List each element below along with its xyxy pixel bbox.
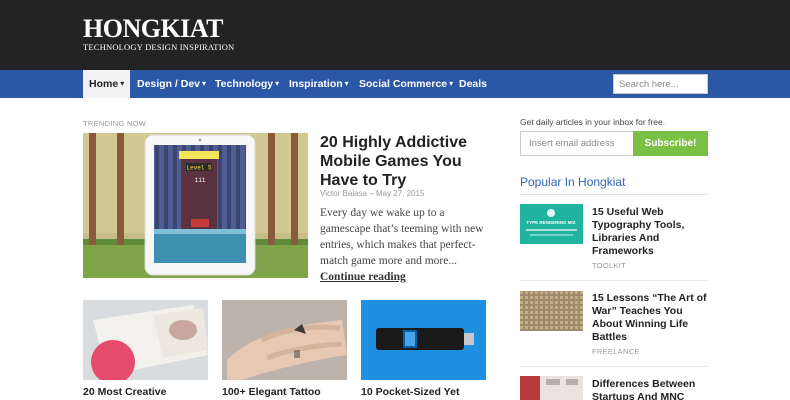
popular-category[interactable]: TOOLKIT — [592, 261, 626, 270]
popular-thumbnail[interactable] — [520, 376, 583, 400]
continue-reading-link[interactable]: Continue reading — [320, 271, 406, 283]
divider — [520, 194, 708, 195]
card-image[interactable] — [83, 300, 208, 380]
thumb-illustration-typography: TYPE RENDERING MIX — [520, 204, 583, 244]
nav-item-social-commerce[interactable]: Social Commerce ▾ — [353, 70, 459, 98]
site-logo[interactable]: HONGKIAT TECHNOLOGY DESIGN INSPIRATION — [83, 14, 235, 53]
email-field[interactable] — [520, 131, 634, 156]
nav-item-label: Design / Dev — [137, 78, 201, 90]
card-title[interactable]: 100+ Elegant Tattoo — [222, 386, 321, 398]
game-score-text: 111 — [195, 177, 206, 184]
nav-item-label: Social Commerce — [359, 78, 448, 90]
card-illustration-tattoo — [222, 300, 347, 380]
featured-image[interactable]: Level 5 111 — [83, 133, 308, 278]
logo-tagline: TECHNOLOGY DESIGN INSPIRATION — [83, 42, 235, 52]
popular-thumbnail[interactable] — [520, 291, 583, 331]
featured-meta: Victor Balasa – May 27, 2015 — [320, 189, 424, 198]
trending-label: TRENDING NOW — [83, 119, 147, 128]
excerpt-text: Every day we wake up to a gamescape that… — [320, 207, 484, 267]
subscribe-button[interactable]: Subscribe! — [633, 131, 708, 156]
newsletter-label: Get daily articles in your inbox for fre… — [520, 117, 666, 127]
chevron-down-icon: ▾ — [275, 79, 280, 88]
popular-title[interactable]: Differences Between Startups And MNC — [592, 378, 707, 400]
nav-item-label: Technology — [215, 78, 274, 90]
card-illustration-stick — [361, 300, 486, 380]
chevron-down-icon: ▾ — [344, 79, 349, 88]
featured-illustration: Level 5 111 — [83, 133, 308, 278]
popular-thumbnail[interactable]: TYPE RENDERING MIX — [520, 204, 583, 244]
featured-title[interactable]: 20 Highly Addictive Mobile Games You Hav… — [320, 133, 490, 190]
thumb-illustration-war — [520, 291, 583, 331]
popular-title[interactable]: 15 Lessons “The Art of War” Teaches You … — [592, 292, 707, 344]
thumb-caption: TYPE RENDERING MIX — [526, 220, 575, 225]
card-title[interactable]: 20 Most Creative — [83, 386, 166, 398]
game-level-text: Level 5 — [186, 165, 212, 172]
card-image[interactable] — [361, 300, 486, 380]
thumb-illustration-startup — [520, 376, 583, 400]
logo-wordmark: HONGKIAT — [83, 14, 223, 43]
nav-item-label: Home — [89, 78, 119, 90]
post-date: May 27, 2015 — [375, 189, 425, 198]
card-illustration-book — [83, 300, 208, 380]
chevron-down-icon: ▾ — [202, 79, 207, 88]
nav-item-deals[interactable]: Deals — [453, 70, 493, 98]
search-input[interactable] — [613, 74, 708, 94]
divider — [520, 280, 708, 281]
chevron-down-icon: ▾ — [120, 79, 125, 88]
nav-item-inspiration[interactable]: Inspiration ▾ — [283, 70, 355, 98]
divider — [520, 366, 708, 367]
nav-item-label: Inspiration — [289, 78, 343, 90]
nav-item-design-dev[interactable]: Design / Dev ▾ — [131, 70, 212, 98]
nav-item-technology[interactable]: Technology ▾ — [209, 70, 285, 98]
popular-title[interactable]: 15 Useful Web Typography Tools, Librarie… — [592, 206, 707, 258]
author-name[interactable]: Victor Balasa — [320, 189, 367, 198]
card-image[interactable] — [222, 300, 347, 380]
card-title[interactable]: 10 Pocket-Sized Yet — [361, 386, 459, 398]
nav-item-label: Deals — [459, 78, 488, 90]
popular-category[interactable]: FREELANCE — [592, 347, 640, 356]
popular-heading: Popular In Hongkiat — [520, 175, 626, 189]
site-header: HONGKIAT TECHNOLOGY DESIGN INSPIRATION — [0, 0, 790, 70]
featured-excerpt: Every day we wake up to a gamescape that… — [320, 205, 490, 285]
meta-separator: – — [369, 189, 374, 198]
nav-item-home[interactable]: Home ▾ — [83, 70, 131, 98]
